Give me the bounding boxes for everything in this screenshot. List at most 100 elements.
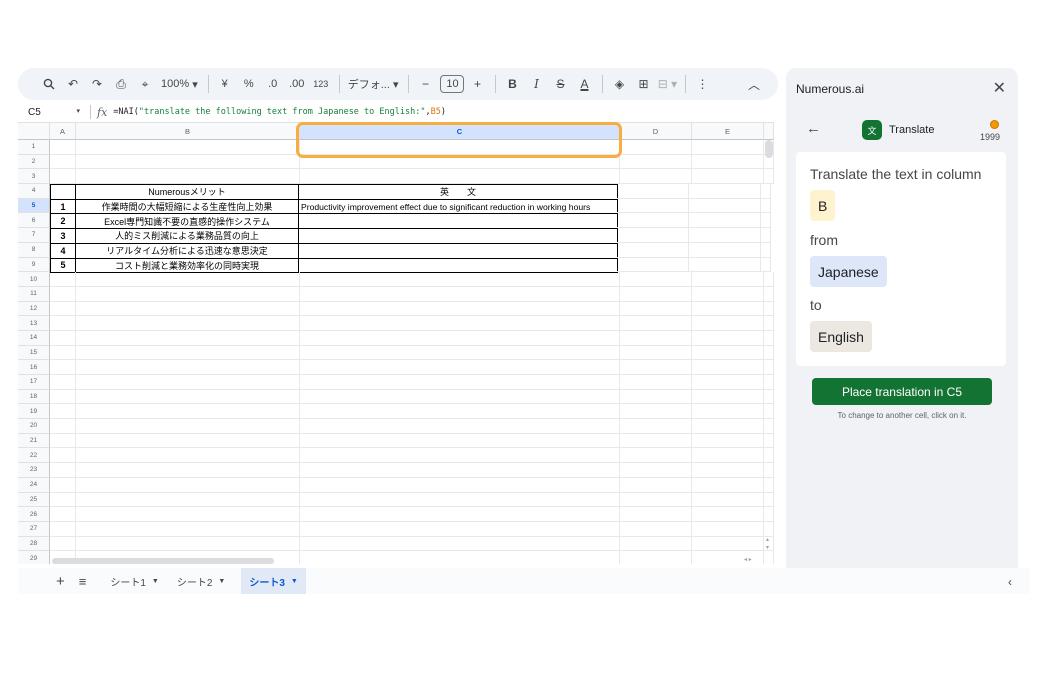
- cell[interactable]: [692, 551, 764, 564]
- place-translation-button[interactable]: Place translation in C5: [812, 378, 992, 405]
- cell[interactable]: [620, 551, 692, 564]
- cell[interactable]: [620, 360, 692, 375]
- cell[interactable]: [764, 507, 774, 522]
- row-header[interactable]: 11: [18, 286, 50, 302]
- cell[interactable]: [764, 375, 774, 390]
- row-header[interactable]: 17: [18, 375, 50, 390]
- cell[interactable]: [764, 551, 774, 564]
- cell[interactable]: [50, 345, 76, 361]
- table-english-cell[interactable]: [298, 257, 618, 274]
- cell[interactable]: [689, 257, 761, 273]
- cell[interactable]: [764, 448, 774, 464]
- cell[interactable]: [620, 521, 692, 537]
- cell[interactable]: [300, 375, 620, 390]
- merge-cells-icon[interactable]: ⊟ ▾: [656, 73, 678, 95]
- column-header-e[interactable]: E: [692, 123, 764, 140]
- cell[interactable]: [764, 521, 774, 537]
- cell[interactable]: [50, 536, 76, 552]
- row-header[interactable]: 19: [18, 404, 50, 420]
- cell[interactable]: [620, 507, 692, 522]
- row-header[interactable]: 21: [18, 433, 50, 449]
- cell[interactable]: [76, 507, 300, 522]
- name-box[interactable]: C5 ▾: [18, 107, 80, 118]
- table-number-cell[interactable]: 3: [50, 228, 76, 244]
- row-header[interactable]: 20: [18, 419, 50, 434]
- cell[interactable]: [50, 492, 76, 508]
- cell[interactable]: [617, 242, 689, 258]
- cell[interactable]: [76, 521, 300, 537]
- row-header[interactable]: 14: [18, 330, 50, 346]
- table-header-cell[interactable]: 英 文: [298, 184, 618, 200]
- cell[interactable]: [761, 257, 771, 273]
- column-header-c[interactable]: C: [300, 123, 620, 140]
- cell[interactable]: [50, 433, 76, 449]
- table-merit-cell[interactable]: 人的ミス削減による業務品質の向上: [75, 228, 299, 244]
- cell[interactable]: [300, 140, 620, 155]
- cell[interactable]: [692, 463, 764, 478]
- scroll-arrows-vertical[interactable]: ▴ ▾: [766, 536, 769, 552]
- cell[interactable]: [300, 521, 620, 537]
- cell[interactable]: [76, 316, 300, 331]
- cell[interactable]: [76, 330, 300, 346]
- row-header[interactable]: 24: [18, 477, 50, 493]
- cell[interactable]: [692, 507, 764, 522]
- cell[interactable]: [300, 536, 620, 552]
- row-header[interactable]: 13: [18, 316, 50, 331]
- cell[interactable]: [76, 272, 300, 287]
- cell[interactable]: [692, 536, 764, 552]
- cell[interactable]: [76, 140, 300, 155]
- cell[interactable]: [692, 448, 764, 464]
- back-arrow-icon[interactable]: ←: [806, 120, 821, 137]
- cell[interactable]: [300, 477, 620, 493]
- redo-icon[interactable]: ↷: [86, 73, 108, 95]
- cell[interactable]: [764, 492, 774, 508]
- cell[interactable]: [620, 301, 692, 317]
- cell[interactable]: [764, 301, 774, 317]
- table-number-cell[interactable]: 5: [50, 257, 76, 274]
- table-english-cell[interactable]: [298, 228, 618, 244]
- cell[interactable]: [300, 404, 620, 420]
- cell[interactable]: [620, 433, 692, 449]
- cell[interactable]: [692, 345, 764, 361]
- scroll-arrows-horizontal[interactable]: ◂ ▸: [744, 556, 752, 563]
- table-merit-cell[interactable]: 作業時間の大幅短縮による生産性向上効果: [75, 198, 299, 215]
- cell[interactable]: [764, 345, 774, 361]
- cell[interactable]: [76, 301, 300, 317]
- cell[interactable]: [692, 140, 764, 155]
- undo-icon[interactable]: ↶: [62, 73, 84, 95]
- select-all-corner[interactable]: [18, 123, 50, 140]
- cell[interactable]: [300, 286, 620, 302]
- cell[interactable]: [692, 419, 764, 434]
- row-header[interactable]: 27: [18, 521, 50, 537]
- all-sheets-icon[interactable]: ≡: [79, 574, 87, 589]
- cell[interactable]: [50, 360, 76, 375]
- cell[interactable]: [300, 345, 620, 361]
- cell[interactable]: [300, 448, 620, 464]
- cell[interactable]: [617, 198, 689, 214]
- cell[interactable]: [76, 286, 300, 302]
- cell[interactable]: [764, 316, 774, 331]
- close-icon[interactable]: ✕: [993, 78, 1006, 98]
- cell[interactable]: [692, 272, 764, 287]
- currency-button[interactable]: ¥: [214, 73, 236, 95]
- cell[interactable]: [692, 433, 764, 449]
- row-header[interactable]: 12: [18, 301, 50, 317]
- column-header-d[interactable]: D: [620, 123, 692, 140]
- cell[interactable]: [300, 419, 620, 434]
- cell[interactable]: [300, 360, 620, 375]
- cell[interactable]: [692, 477, 764, 493]
- cell[interactable]: [692, 389, 764, 405]
- cell[interactable]: [692, 521, 764, 537]
- cell[interactable]: [620, 477, 692, 493]
- cell[interactable]: [764, 477, 774, 493]
- table-header-cell[interactable]: Numerousメリット: [75, 184, 299, 200]
- font-size-input[interactable]: 10: [440, 75, 465, 93]
- cell[interactable]: [689, 198, 761, 214]
- cell[interactable]: [50, 375, 76, 390]
- cell[interactable]: [692, 404, 764, 420]
- cell[interactable]: [300, 272, 620, 287]
- row-header[interactable]: 15: [18, 345, 50, 361]
- spreadsheet-grid[interactable]: A B C D E 1 2 3 4 Numerousメリット英 文 5 1 作業時間の大幅短縮…: [18, 122, 774, 564]
- cell[interactable]: [761, 228, 771, 243]
- table-merit-cell[interactable]: リアルタイム分析による迅速な意思決定: [75, 242, 299, 259]
